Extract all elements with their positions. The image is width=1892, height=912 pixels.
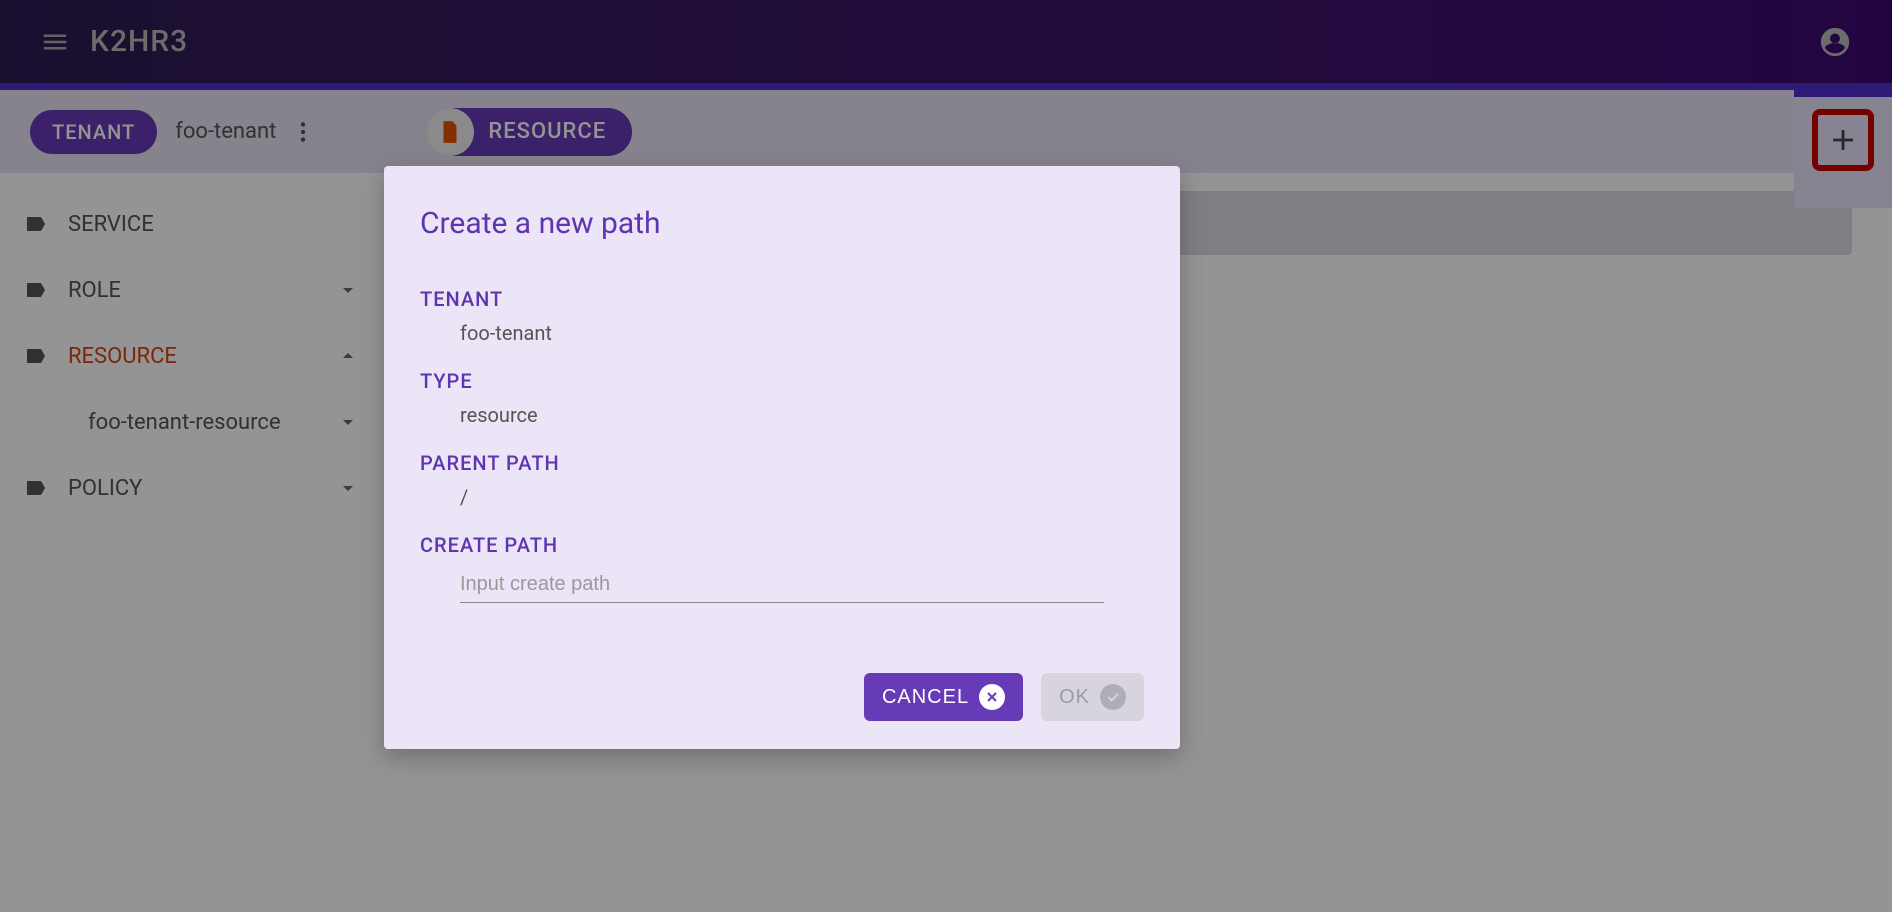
- dialog-value-parent: /: [460, 485, 1144, 509]
- app-root: K2HR3 TENANT foo-tenant RESOURCE: [0, 0, 1892, 912]
- ok-button: OK: [1041, 673, 1144, 721]
- dialog-label-type: TYPE: [420, 369, 1144, 393]
- dialog-label-parent: PARENT PATH: [420, 451, 1144, 475]
- check-icon: [1100, 684, 1126, 710]
- dialog-label-tenant: TENANT: [420, 287, 1144, 311]
- cancel-button-label: CANCEL: [882, 686, 969, 709]
- create-path-input[interactable]: [460, 567, 1104, 603]
- close-icon: [979, 684, 1005, 710]
- cancel-button[interactable]: CANCEL: [864, 673, 1023, 721]
- dialog-value-type: resource: [460, 403, 1144, 427]
- dialog-actions: CANCEL OK: [420, 673, 1144, 721]
- create-path-dialog: Create a new path TENANT foo-tenant TYPE…: [384, 166, 1180, 749]
- dialog-title: Create a new path: [420, 206, 1144, 241]
- dialog-label-create: CREATE PATH: [420, 533, 1144, 557]
- dialog-value-tenant: foo-tenant: [460, 321, 1144, 345]
- ok-button-label: OK: [1059, 686, 1090, 709]
